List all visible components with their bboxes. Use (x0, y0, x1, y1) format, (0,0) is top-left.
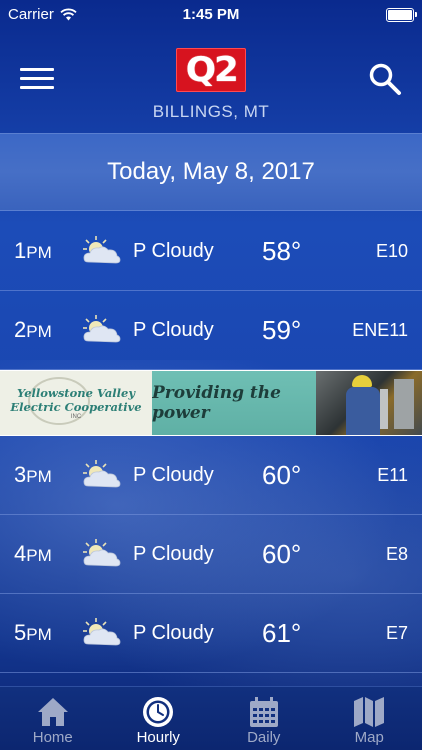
condition-label: P Cloudy (133, 240, 214, 262)
temperature-label: 60° (262, 460, 302, 490)
temperature-label: 60° (262, 539, 302, 569)
hour-label: 5PM (14, 620, 52, 645)
location-label: BILLINGS, MT (152, 102, 270, 121)
tab-home[interactable]: Home (0, 687, 106, 750)
hour-label: 4PM (14, 541, 52, 566)
partly-cloudy-icon (83, 618, 121, 646)
ad-tagline: Providing the power (152, 371, 316, 435)
partly-cloudy-icon (83, 539, 121, 567)
condition-label: P Cloudy (133, 622, 214, 644)
menu-icon[interactable] (20, 68, 54, 94)
app-header: Q2 BILLINGS, MT (0, 30, 422, 130)
partly-cloudy-icon (83, 315, 121, 343)
tab-daily[interactable]: Daily (211, 687, 317, 750)
hourly-row[interactable]: 5PM P Cloudy 61° E7 (0, 594, 422, 673)
tab-hourly[interactable]: Hourly (106, 687, 212, 750)
station-logo: Q2 (176, 48, 246, 92)
status-bar: Carrier 1:45 PM (0, 0, 422, 30)
tab-map-label: Map (354, 729, 384, 746)
ad-sponsor-line1: Yellowstone Valley (16, 386, 136, 400)
clock-icon (143, 697, 174, 727)
battery-icon (386, 8, 417, 22)
hourly-row[interactable]: 1PM P Cloudy 58° E10 (0, 212, 422, 291)
wind-label: ENE11 (352, 320, 408, 340)
ad-sponsor-line2: Electric Cooperative (10, 400, 142, 414)
condition-label: P Cloudy (133, 543, 214, 565)
condition-label: P Cloudy (133, 464, 214, 486)
home-icon (37, 698, 68, 726)
ad-photo (316, 371, 422, 435)
temperature-label: 61° (262, 618, 302, 648)
condition-label: P Cloudy (133, 319, 214, 341)
date-label: Today, May 8, 2017 (107, 158, 315, 185)
hourly-row[interactable]: 2PM P Cloudy 59° ENE11 (0, 291, 422, 370)
hour-label: 2PM (14, 317, 52, 342)
ad-sponsor-logo: Yellowstone Valley Electric Cooperative … (0, 371, 152, 435)
hourly-row[interactable]: 3PM P Cloudy 60° E11 (0, 436, 422, 515)
tab-daily-label: Daily (247, 729, 281, 746)
tab-home-label: Home (32, 729, 73, 746)
status-time: 1:45 PM (182, 6, 240, 23)
partly-cloudy-icon (83, 236, 121, 264)
wind-label: E11 (377, 465, 408, 485)
wind-label: E7 (385, 623, 408, 643)
temperature-label: 58° (262, 236, 302, 266)
hour-label: 3PM (14, 462, 52, 487)
ad-sponsor-line3: INC (70, 414, 82, 420)
hour-label: 1PM (14, 238, 52, 263)
hourly-row[interactable]: 4PM P Cloudy 60° E8 (0, 515, 422, 594)
temperature-label: 59° (262, 315, 302, 345)
date-header: Today, May 8, 2017 (0, 133, 422, 211)
search-icon[interactable] (368, 62, 402, 96)
map-icon (354, 697, 385, 727)
ad-banner[interactable]: Yellowstone Valley Electric Cooperative … (0, 370, 422, 436)
tab-bar: Home Hourly Daily Map (0, 686, 422, 750)
wind-label: E8 (385, 544, 408, 564)
wind-label: E10 (375, 241, 408, 261)
partly-cloudy-icon (83, 460, 121, 488)
tab-map[interactable]: Map (317, 687, 422, 750)
app-screen: Carrier 1:45 PM Q2 BILLINGS, MT Today, M… (0, 0, 422, 750)
calendar-icon (249, 697, 278, 727)
tab-hourly-label: Hourly (136, 729, 180, 746)
